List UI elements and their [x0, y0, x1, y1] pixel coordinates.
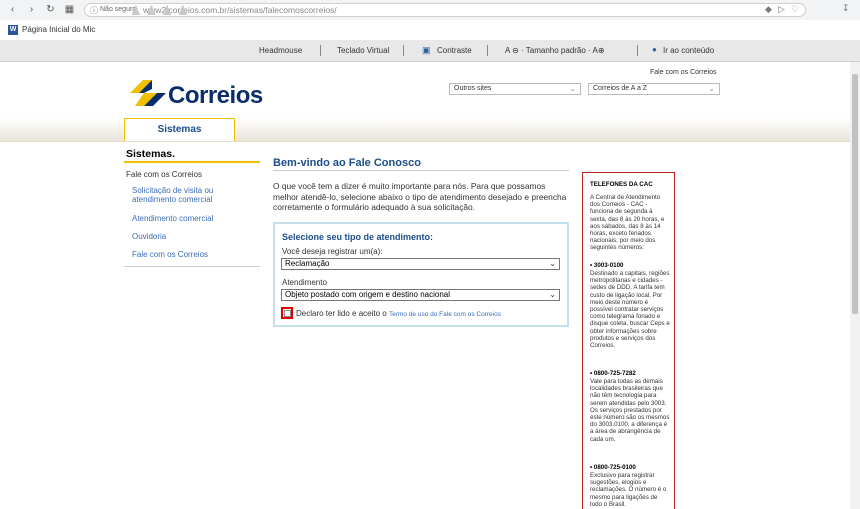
divider	[273, 170, 569, 171]
cac-phones-panel: TELEFONES DA CAC A Central de Atendiment…	[582, 172, 675, 509]
registrar-select[interactable]: Reclamação ⌄	[281, 258, 560, 270]
cac-title: TELEFONES DA CAC	[590, 181, 653, 188]
page-title: Bem-vindo ao Fale Conosco	[273, 157, 421, 169]
content-icon: ●	[652, 45, 657, 54]
bookmarks-bar: W Página Inicial do Mic	[0, 20, 860, 41]
sidebar-item-solicitacao[interactable]: Solicitação de visita ou atendimento com…	[132, 186, 232, 204]
separator	[487, 45, 488, 56]
contrast-icon: ▣	[422, 45, 431, 55]
chevron-down-icon: ⌄	[569, 84, 576, 93]
cac-number-1: • 3003-0100	[590, 262, 624, 269]
registrar-label: Você deseja registrar um(a):	[282, 247, 383, 256]
atendimento-select[interactable]: Objeto postado com origem e destino naci…	[281, 289, 560, 301]
cac-number-2-text: Vale para todas as demais localidades br…	[590, 378, 670, 443]
download-icon[interactable]: ↧	[842, 3, 850, 14]
atendimento-label: Atendimento	[282, 278, 327, 287]
info-icon[interactable]: ⓘ	[90, 5, 98, 16]
sidebar-item-ouvidoria[interactable]: Ouvidoria	[132, 232, 166, 241]
cac-number-3: • 0800-725-0100	[590, 464, 636, 471]
tamanho-controls[interactable]: A ⊖ · Tamanho padrão · A⊕	[505, 46, 605, 55]
correios-az-select[interactable]: Correios de A a Z ⌄	[588, 83, 720, 95]
separator	[637, 45, 638, 56]
cac-description: A Central de Atendimento dos Correios - …	[590, 194, 665, 252]
atendimento-value: Objeto postado com origem e destino naci…	[285, 290, 450, 299]
reload-icon[interactable]: ↻	[44, 3, 57, 16]
sidebar-title: Sistemas.	[126, 148, 176, 160]
correios-logo-icon[interactable]	[130, 80, 166, 106]
ir-conteudo-link[interactable]: Ir ao conteúdo	[663, 46, 714, 55]
outros-sites-select[interactable]: Outros sites ⌄	[449, 83, 581, 95]
headmouse-link[interactable]: Headmouse	[259, 46, 302, 55]
termo-de-uso-link[interactable]: Termo de uso do Fale com os Correios	[389, 311, 501, 318]
intro-text: O que você tem a dizer é muito important…	[273, 181, 567, 212]
site-header: Correios Fale com os Correios Outros sit…	[0, 62, 860, 124]
fale-com-correios-link[interactable]: Fale com os Correios	[650, 69, 717, 76]
correios-logo-text[interactable]: Correios	[168, 82, 263, 110]
form-title: Selecione seu tipo de atendimento:	[282, 232, 434, 242]
chevron-down-icon: ⌄	[549, 290, 556, 299]
scrollbar-thumb[interactable]	[852, 74, 858, 314]
agree-checkbox[interactable]	[283, 309, 291, 317]
cac-number-2: • 0800-725-7282	[590, 370, 636, 377]
divider	[124, 266, 260, 267]
accessibility-figures-icon: ♟♟♟♟	[130, 3, 193, 18]
divider	[0, 141, 860, 142]
agree-label: Declaro ter lido e aceito o	[296, 309, 387, 318]
word-icon: W	[8, 25, 18, 35]
chevron-down-icon: ⌄	[708, 84, 715, 93]
bookmark-star-icon[interactable]: ♡	[791, 4, 799, 15]
cac-number-1-text: Destinado a capitais, regiões metropolit…	[590, 270, 670, 350]
play-icon[interactable]: ▷	[778, 4, 785, 15]
divider	[124, 161, 260, 163]
sidebar-subtitle: Fale com os Correios	[126, 170, 203, 179]
forward-icon[interactable]: ›	[25, 3, 38, 16]
sidebar-item-fale-com-correios[interactable]: Fale com os Correios	[132, 250, 208, 259]
chevron-down-icon: ⌄	[549, 259, 556, 268]
separator	[403, 45, 404, 56]
cac-number-3-text: Exclusivo para registrar sugestões, elog…	[590, 472, 667, 508]
outros-sites-value: Outros sites	[454, 85, 492, 92]
sidebar-item-atendimento-comercial[interactable]: Atendimento comercial	[132, 214, 213, 223]
browser-toolbar: ‹ › ↻ ▦ ⓘ Não seguro www2.correios.com.b…	[0, 0, 860, 21]
separator	[320, 45, 321, 56]
extension-icon[interactable]: ◆	[765, 4, 772, 15]
bookmark-item[interactable]: Página Inicial do Mic	[22, 25, 95, 34]
correios-az-value: Correios de A a Z	[593, 85, 648, 92]
tab-sistemas[interactable]: Sistemas	[124, 118, 235, 142]
back-icon[interactable]: ‹	[6, 3, 19, 16]
contraste-link[interactable]: Contraste	[437, 46, 472, 55]
teclado-virtual-link[interactable]: Teclado Virtual	[337, 46, 389, 55]
agree-text: Declaro ter lido e aceito o Termo de uso…	[296, 309, 501, 318]
apps-icon[interactable]: ▦	[63, 3, 76, 16]
registrar-value: Reclamação	[285, 259, 330, 268]
